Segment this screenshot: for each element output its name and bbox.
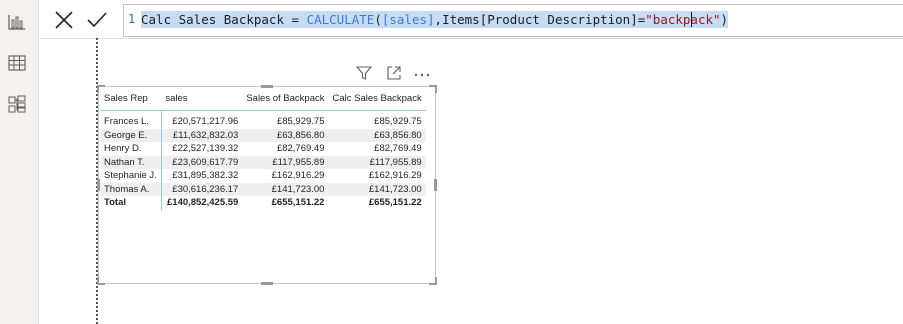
- resize-handle[interactable]: [97, 277, 99, 285]
- table-row: Nathan T. £23,609,617.79 £117,955.89 £11…: [100, 155, 426, 169]
- resize-handle[interactable]: [435, 277, 437, 285]
- sales-rep-cell: Henry D.: [100, 142, 162, 156]
- cancel-icon[interactable]: [52, 8, 76, 32]
- sales-cell: £22,527,139.32: [172, 143, 239, 155]
- text-cursor: [691, 12, 692, 27]
- formula-text: Calc Sales Backpack = CALCULATE([sales],…: [141, 11, 729, 28]
- sales-cell: £31,895,382.32: [172, 170, 239, 182]
- calc-backpack-cell: £85,929.75: [374, 116, 422, 128]
- total-label: Total: [100, 196, 162, 210]
- table-row: Frances L. £20,571,217.96 £85,929.75 £85…: [100, 115, 426, 129]
- total-row: Total £140,852,425.59 £655,151.22 £655,1…: [100, 196, 426, 210]
- visual-header: [355, 65, 436, 86]
- resize-handle[interactable]: [434, 179, 437, 191]
- table-view-icon[interactable]: [7, 53, 27, 73]
- table-header-row: Sales Rep sales Sales of Backpack Calc S…: [100, 89, 426, 111]
- calc-backpack-cell: £162,916.29: [368, 170, 422, 182]
- calc-backpack-cell: £82,769.49: [374, 143, 422, 155]
- backpack-sales-cell: £63,856.80: [242, 128, 329, 142]
- dax-formula-input[interactable]: 1 Calc Sales Backpack = CALCULATE([sales…: [123, 4, 903, 37]
- sales-cell: £30,616,236.17: [161, 182, 243, 196]
- table-row: Stephanie J. £31,895,382.32 £162,916.29 …: [100, 169, 426, 183]
- filter-icon[interactable]: [355, 65, 373, 86]
- sales-rep-cell: Frances L.: [100, 115, 162, 129]
- column-header[interactable]: Sales Rep: [100, 89, 162, 111]
- report-view-icon[interactable]: [7, 12, 27, 32]
- commit-icon[interactable]: [85, 8, 109, 32]
- total-calc-backpack: £655,151.22: [368, 197, 422, 209]
- backpack-sales-cell: £162,916.29: [271, 170, 325, 182]
- resize-handle[interactable]: [261, 282, 273, 285]
- view-switcher-rail: [0, 0, 39, 324]
- sales-cell: £23,609,617.79: [161, 155, 243, 169]
- focus-mode-icon[interactable]: [386, 65, 402, 86]
- more-options-icon[interactable]: [414, 67, 430, 85]
- model-view-icon[interactable]: [7, 94, 27, 114]
- calc-backpack-cell: £117,955.89: [328, 155, 426, 169]
- sales-rep-cell: Nathan T.: [100, 155, 162, 169]
- column-reference: Items[Product Description]: [442, 12, 638, 27]
- table-row: Thomas A. £30,616,236.17 £141,723.00 £14…: [100, 182, 426, 196]
- resize-handle[interactable]: [261, 85, 273, 88]
- assign-operator: =: [284, 12, 307, 27]
- calc-backpack-cell: £63,856.80: [328, 128, 426, 142]
- calc-backpack-cell: £141,723.00: [328, 182, 426, 196]
- function-name: CALCULATE: [306, 12, 375, 27]
- table-row: George E. £11,632,832.03 £63,856.80 £63,…: [100, 128, 426, 142]
- formula-bar: 1 Calc Sales Backpack = CALCULATE([sales…: [40, 0, 903, 39]
- sales-cell: £20,571,217.96: [172, 116, 239, 128]
- backpack-sales-cell: £117,955.89: [242, 155, 329, 169]
- line-number: 1: [128, 12, 136, 26]
- backpack-sales-cell: £85,929.75: [276, 116, 325, 128]
- backpack-sales-cell: £141,723.00: [242, 182, 329, 196]
- sales-rep-cell: Thomas A.: [100, 182, 162, 196]
- total-backpack-sales: £655,151.22: [271, 197, 325, 209]
- total-sales: £140,852,425.59: [167, 197, 239, 209]
- column-header[interactable]: Sales of Backpack: [242, 89, 329, 111]
- open-paren: (: [374, 12, 382, 27]
- comma: ,: [434, 12, 443, 27]
- backpack-sales-cell: £82,769.49: [276, 143, 325, 155]
- column-header[interactable]: sales: [161, 89, 243, 111]
- resize-handle[interactable]: [435, 85, 437, 93]
- table-row: Henry D. £22,527,139.32 £82,769.49 £82,7…: [100, 142, 426, 156]
- sales-cell: £11,632,832.03: [161, 128, 243, 142]
- column-header[interactable]: Calc Sales Backpack: [328, 89, 426, 111]
- sales-table: Sales Rep sales Sales of Backpack Calc S…: [100, 89, 426, 210]
- sales-rep-cell: Stephanie J.: [100, 169, 162, 183]
- sales-rep-cell: George E.: [100, 128, 162, 142]
- close-paren: ): [720, 12, 729, 27]
- string-literal: "backpack": [645, 12, 721, 27]
- measure-reference: [sales]: [381, 12, 435, 27]
- resize-handle[interactable]: [97, 85, 99, 93]
- measure-name: Calc Sales Backpack: [141, 12, 284, 27]
